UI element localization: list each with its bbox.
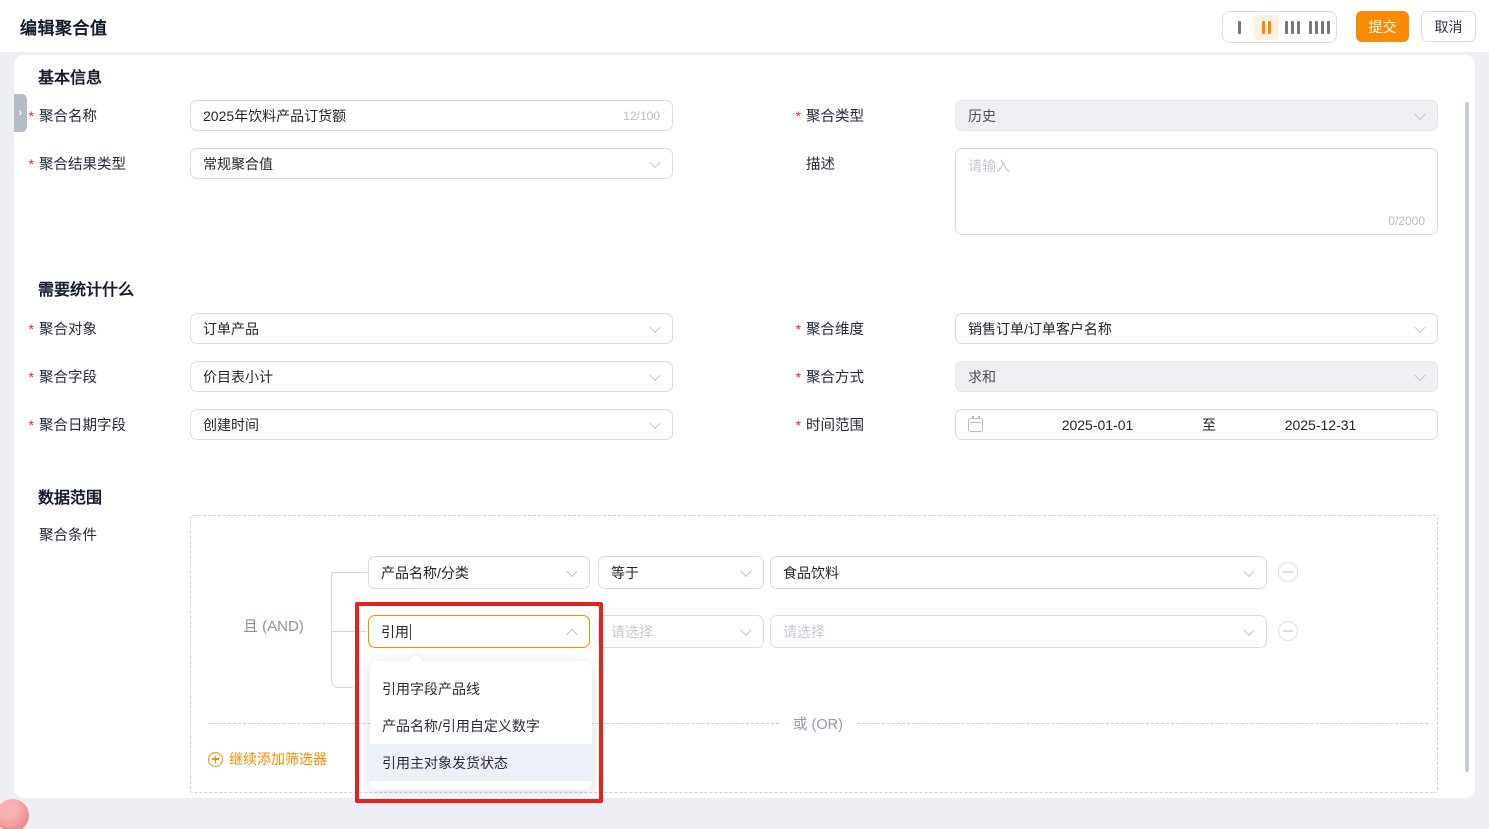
edit-aggregate-page: 编辑聚合值 提交 取消 › 基本信息 *聚合名称 2025年饮料产品订货额	[0, 0, 1489, 829]
dropdown-option[interactable]: 引用主对象发货状态	[370, 744, 592, 781]
label-aggregate-date-field: *聚合日期字段	[28, 409, 126, 440]
label-description: *描述	[795, 148, 835, 179]
chevron-down-icon	[1243, 565, 1254, 576]
page-title: 编辑聚合值	[20, 0, 108, 52]
condition1-value-select[interactable]: 食品饮料	[770, 556, 1267, 589]
chevron-right-icon: ›	[19, 107, 23, 119]
three-column-icon	[1284, 21, 1302, 34]
two-column-icon	[1260, 21, 1272, 34]
chevron-down-icon	[740, 565, 751, 576]
label-aggregate-name: *聚合名称	[28, 100, 97, 131]
and-bracket-stub-mid	[331, 631, 367, 632]
remove-condition1-button[interactable]	[1278, 562, 1298, 582]
layout-option-4col[interactable]	[1307, 15, 1332, 40]
chevron-down-icon	[1414, 108, 1425, 119]
aggregate-field-select[interactable]: 价目表小计	[190, 361, 673, 392]
dropdown-option[interactable]: 引用字段产品线	[370, 670, 592, 707]
label-aggregate-object: *聚合对象	[28, 313, 97, 344]
remove-condition2-button[interactable]	[1278, 621, 1298, 641]
condition1-field-select[interactable]: 产品名称/分类	[368, 556, 590, 589]
chevron-up-icon	[566, 628, 577, 639]
calendar-icon	[968, 418, 983, 432]
or-label: 或 (OR)	[793, 713, 843, 734]
collapse-handle[interactable]: ›	[14, 94, 27, 132]
chevron-down-icon	[649, 417, 660, 428]
chevron-down-icon	[1243, 624, 1254, 635]
aggregate-type-select[interactable]: 历史	[955, 100, 1438, 131]
aggregate-dimension-select[interactable]: 销售订单/订单客户名称	[955, 313, 1438, 344]
four-column-icon	[1308, 21, 1332, 34]
and-bracket-corner	[331, 676, 353, 688]
chevron-down-icon	[740, 624, 751, 635]
result-type-select[interactable]: 常规聚合值	[190, 148, 673, 179]
label-aggregate-method: *聚合方式	[795, 361, 864, 392]
aggregate-object-select[interactable]: 订单产品	[190, 313, 673, 344]
description-textarea[interactable]: 请输入 0/2000	[955, 148, 1438, 235]
section-title-basic: 基本信息	[38, 64, 102, 88]
condition2-field-search-input[interactable]: 引用	[368, 615, 590, 648]
label-aggregate-field: *聚合字段	[28, 361, 97, 392]
text-caret	[410, 624, 411, 640]
chevron-down-icon	[649, 369, 660, 380]
cancel-button[interactable]: 取消	[1421, 11, 1476, 42]
time-range-picker[interactable]: 2025-01-01 至 2025-12-31	[955, 409, 1438, 440]
label-aggregate-type: *聚合类型	[795, 100, 864, 131]
chevron-down-icon	[1414, 321, 1425, 332]
layout-option-2col[interactable]	[1254, 15, 1279, 40]
label-time-range: *时间范围	[795, 409, 864, 440]
aggregate-method-select[interactable]: 求和	[955, 361, 1438, 392]
name-counter: 12/100	[623, 109, 660, 123]
date-start[interactable]: 2025-01-01	[993, 417, 1202, 433]
label-condition: *聚合条件	[28, 519, 97, 550]
scrollbar-thumb[interactable]	[1465, 102, 1469, 772]
aggregate-name-input[interactable]: 2025年饮料产品订货额 12/100	[190, 100, 673, 131]
date-separator: 至	[1202, 415, 1216, 435]
chevron-down-icon	[566, 565, 577, 576]
description-placeholder: 请输入	[968, 158, 1010, 174]
label-result-type: *聚合结果类型	[28, 148, 126, 179]
description-counter: 0/2000	[1388, 214, 1425, 228]
and-group-label: 且 (AND)	[243, 613, 304, 637]
section-title-range: 数据范围	[38, 484, 102, 508]
dropdown-option[interactable]: 产品名称/引用自定义数字	[370, 707, 592, 744]
layout-switcher	[1222, 11, 1337, 43]
date-end[interactable]: 2025-12-31	[1216, 417, 1425, 433]
aggregate-date-field-select[interactable]: 创建时间	[190, 409, 673, 440]
submit-button[interactable]: 提交	[1356, 11, 1409, 42]
plus-circle-icon	[208, 752, 223, 767]
layout-option-1col[interactable]	[1227, 15, 1252, 40]
recording-cursor-dot	[0, 799, 29, 829]
field-dropdown-popup: 引用字段产品线 产品名称/引用自定义数字 引用主对象发货状态	[370, 661, 592, 790]
condition1-operator-select[interactable]: 等于	[598, 556, 764, 589]
one-column-icon	[1236, 21, 1242, 34]
section-title-stats: 需要统计什么	[38, 276, 134, 300]
label-aggregate-dimension: *聚合维度	[795, 313, 864, 344]
chevron-down-icon	[649, 156, 660, 167]
add-filter-button[interactable]: 继续添加筛选器	[208, 748, 327, 770]
condition2-value-select[interactable]: 请选择	[770, 615, 1267, 648]
layout-option-3col[interactable]	[1280, 15, 1305, 40]
chevron-down-icon	[649, 321, 660, 332]
condition2-operator-select[interactable]: 请选择	[598, 615, 764, 648]
and-bracket-stub-top	[331, 572, 367, 573]
chevron-down-icon	[1414, 369, 1425, 380]
and-bracket-line	[331, 572, 332, 677]
page-header: 编辑聚合值 提交 取消	[0, 0, 1489, 52]
